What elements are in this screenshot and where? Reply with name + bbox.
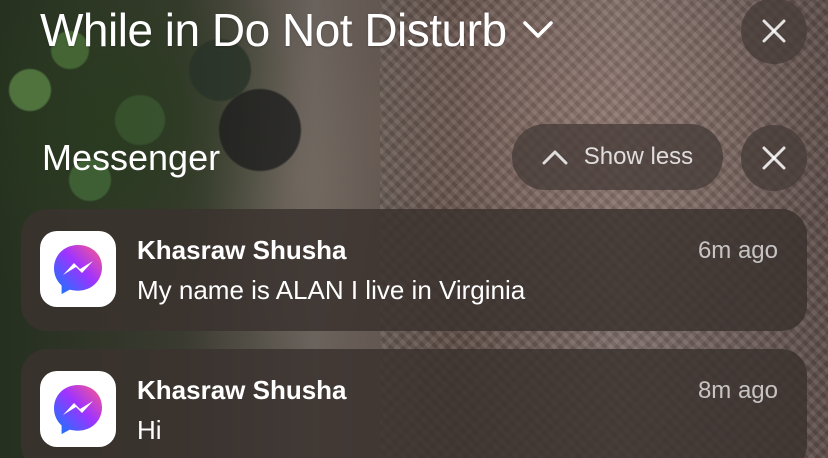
messenger-icon <box>40 371 116 447</box>
clear-group-button[interactable] <box>741 125 807 191</box>
notification-card[interactable]: Khasraw Shusha 8m ago Hi <box>21 349 807 458</box>
notification-card[interactable]: Khasraw Shusha 6m ago My name is ALAN I … <box>21 209 807 331</box>
dnd-title: While in Do Not Disturb <box>40 4 507 56</box>
show-less-label: Show less <box>583 143 694 170</box>
messenger-icon <box>40 231 116 307</box>
close-icon <box>762 19 786 43</box>
notification-time: 8m ago <box>697 377 778 404</box>
group-app-name: Messenger <box>42 137 221 178</box>
notification-message: Hi <box>137 415 162 445</box>
dnd-header[interactable]: While in Do Not Disturb <box>40 2 555 58</box>
dismiss-all-button[interactable] <box>741 0 807 64</box>
notification-time: 6m ago <box>697 237 778 264</box>
show-less-button[interactable]: Show less <box>512 124 723 190</box>
chevron-up-icon <box>542 150 568 165</box>
notification-sender: Khasraw Shusha <box>137 235 347 265</box>
notification-message: My name is ALAN I live in Virginia <box>137 275 526 305</box>
close-icon <box>762 146 786 170</box>
chevron-down-icon[interactable] <box>521 13 555 47</box>
notification-sender: Khasraw Shusha <box>137 375 347 405</box>
